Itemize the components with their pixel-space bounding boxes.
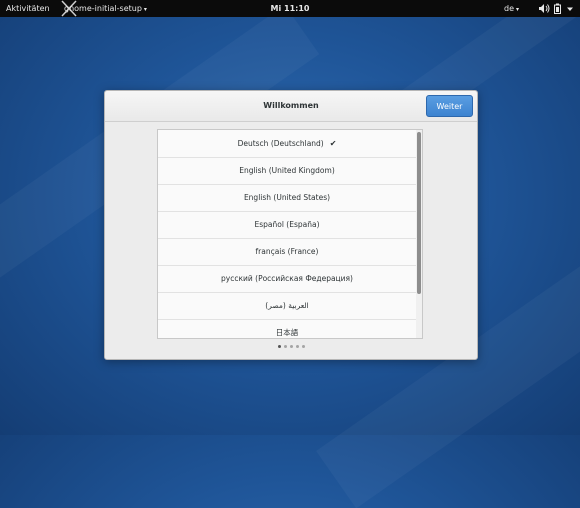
battery-icon[interactable] bbox=[553, 3, 565, 14]
scrollbar-thumb[interactable] bbox=[417, 132, 421, 294]
language-row[interactable]: français (France) bbox=[158, 238, 416, 266]
welcome-dialog: Willkommen Weiter 日本語 العربية (مصر) русски… bbox=[104, 90, 478, 360]
language-label: Deutsch (Deutschland) bbox=[237, 139, 324, 148]
system-menu-caret-icon[interactable] bbox=[566, 3, 574, 14]
clock-button[interactable]: Mi 11:10 bbox=[271, 0, 310, 17]
language-label: English (United Kingdom) bbox=[239, 166, 335, 175]
input-source-label: de bbox=[504, 4, 514, 13]
language-list[interactable]: 日本語 العربية (مصر) русский (Российская Феде… bbox=[157, 129, 423, 339]
language-row[interactable]: Deutsch (Deutschland) ✔ bbox=[158, 130, 416, 158]
chevron-down-icon: ▾ bbox=[516, 6, 520, 13]
language-row[interactable]: Español (España) bbox=[158, 211, 416, 239]
page-dot bbox=[289, 345, 293, 348]
page-indicator bbox=[105, 345, 477, 351]
language-label: Español (España) bbox=[254, 220, 320, 229]
language-label: français (France) bbox=[255, 247, 319, 256]
language-row[interactable]: 日本語 bbox=[158, 319, 416, 338]
language-row[interactable]: русский (Российская Федерация) bbox=[158, 265, 416, 293]
language-label: العربية (مصر) bbox=[265, 301, 309, 310]
dialog-header: Willkommen Weiter bbox=[105, 91, 477, 122]
checkmark-icon: ✔ bbox=[329, 139, 337, 148]
language-label: English (United States) bbox=[243, 193, 331, 202]
next-button[interactable]: Weiter bbox=[426, 95, 473, 117]
top-bar: Aktivitäten gnome-initial-setup ▾ Mi 11:1… bbox=[0, 0, 580, 17]
language-row[interactable]: English (United States) bbox=[158, 184, 416, 212]
language-row[interactable]: العربية (مصر) bbox=[158, 292, 416, 320]
page-dot bbox=[283, 345, 287, 348]
language-row[interactable]: English (United Kingdom) bbox=[158, 157, 416, 185]
page-dot bbox=[277, 345, 281, 348]
page-dot bbox=[295, 345, 299, 348]
scrollbar[interactable] bbox=[416, 130, 422, 338]
volume-icon[interactable] bbox=[538, 3, 550, 14]
page-title: Willkommen bbox=[263, 101, 319, 110]
page-dot bbox=[301, 345, 305, 348]
language-label: русский (Российская Федерация) bbox=[221, 274, 353, 283]
clock: Mi 11:10 bbox=[0, 0, 580, 17]
language-label: 日本語 bbox=[275, 328, 299, 337]
input-source-menu[interactable]: de ▾ bbox=[504, 0, 519, 17]
